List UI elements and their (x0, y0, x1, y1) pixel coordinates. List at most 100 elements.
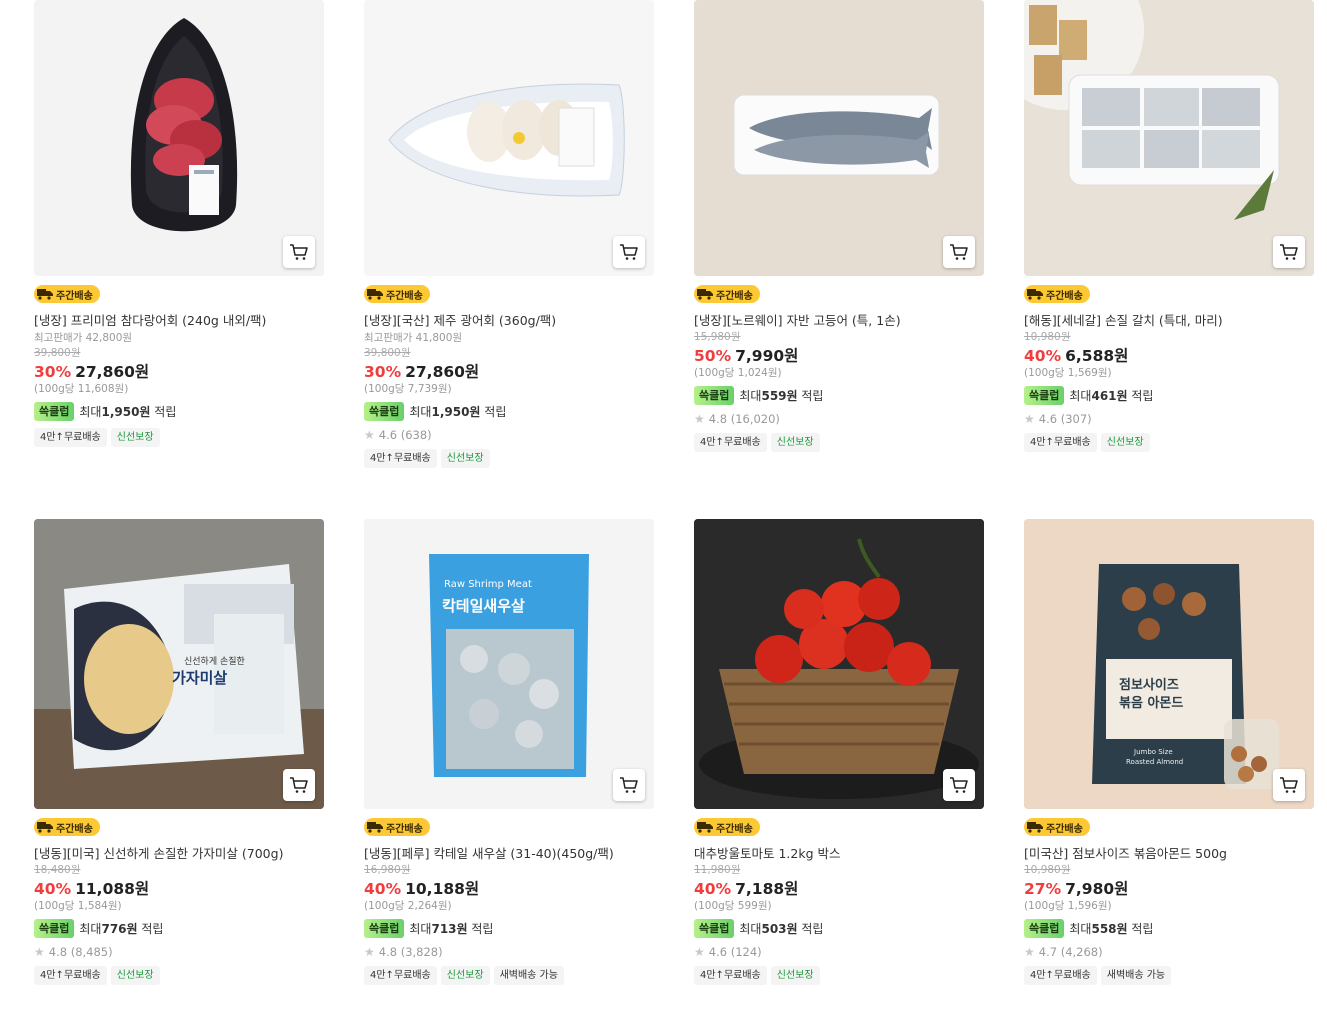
package-subtitle: Raw Shrimp Meat (444, 579, 532, 590)
unit-price: (100g당 2,264원) (364, 900, 452, 912)
chip-list: 4만↑무료배송 신선보장 (364, 449, 654, 468)
truck-icon (697, 289, 713, 300)
add-to-cart-button[interactable] (613, 236, 645, 268)
product-name[interactable]: [미국산] 점보사이즈 볶음아몬드 500g (1024, 846, 1314, 862)
ssg-club-tag: 쓱클럽 (694, 919, 735, 938)
service-chip: 4만↑무료배송 (34, 428, 107, 447)
reward-prefix: 최대 (409, 405, 432, 419)
add-to-cart-button[interactable] (943, 769, 975, 801)
add-to-cart-button[interactable] (1273, 236, 1305, 268)
add-to-cart-button[interactable] (1273, 769, 1305, 801)
star-icon: ★ (34, 945, 45, 959)
add-to-cart-button[interactable] (283, 236, 315, 268)
unit-price: (100g당 599원) (694, 900, 772, 912)
truck-icon (367, 289, 383, 300)
discount-rate: 40% (34, 880, 72, 898)
service-chip: 신선보장 (770, 433, 820, 452)
tomato-basket-image (694, 519, 984, 809)
product-card[interactable]: 신선하게 손질한 가자미살 주간배송 [냉동][미국] 신선하게 손질한 가자미살… (34, 519, 324, 985)
sale-price: 7,980원 (1065, 880, 1129, 898)
package-title-2: 볶음 아몬드 (1119, 695, 1183, 711)
ssg-club-tag: 쓱클럽 (694, 386, 735, 405)
original-price: 10,980원 (1024, 864, 1071, 876)
product-card[interactable]: 주간배송 [냉장][노르웨이] 자반 고등어 (특, 1손) 15,980원 50% 7… (694, 0, 984, 452)
ssg-club-tag: 쓱클럽 (34, 402, 75, 421)
product-image[interactable] (1024, 0, 1314, 276)
weekly-delivery-badge: 주간배송 (1024, 818, 1090, 836)
product-image[interactable]: Raw Shrimp Meat 칵테일새우살 (364, 519, 654, 809)
discount-rate: 27% (1024, 880, 1062, 898)
service-chip: 신선보장 (110, 428, 160, 447)
product-name[interactable]: 대추방울토마토 1.2kg 박스 (694, 846, 984, 862)
add-to-cart-button[interactable] (613, 769, 645, 801)
original-price: 39,800원 (34, 347, 81, 359)
hairtail-image (1024, 0, 1314, 276)
rating: ★ 4.6 (638) (364, 428, 654, 442)
badge-label: 주간배송 (56, 290, 93, 302)
badge-label: 주간배송 (716, 290, 753, 302)
reward-line: 쓱클럽 최대 559원 적립 (694, 386, 984, 405)
reward-prefix: 최대 (79, 405, 102, 419)
product-name[interactable]: [냉동][페루] 칵테일 새우살 (31-40)(450g/팩) (364, 846, 654, 862)
original-price: 11,980원 (694, 864, 741, 876)
add-to-cart-button[interactable] (943, 236, 975, 268)
product-card[interactable]: Raw Shrimp Meat 칵테일새우살 주간배송 [냉동][페루] 칵테일 … (364, 519, 654, 985)
product-image[interactable]: 점보사이즈 볶음 아몬드 Jumbo Size Roasted Almond (1024, 519, 1314, 809)
price-line: 40% 11,088원 (34, 879, 324, 899)
product-image[interactable] (694, 0, 984, 276)
service-chip: 새벽배송 가능 (493, 966, 564, 985)
service-chip: 4만↑무료배송 (1024, 433, 1097, 452)
reward-amount: 713원 (431, 922, 468, 936)
product-image[interactable]: 신선하게 손질한 가자미살 (34, 519, 324, 809)
truck-icon (1027, 289, 1043, 300)
product-name[interactable]: [냉동][미국] 신선하게 손질한 가자미살 (700g) (34, 846, 324, 862)
package-title: 가자미살 (172, 669, 227, 687)
badge-label: 주간배송 (56, 823, 93, 835)
product-image[interactable] (34, 0, 324, 276)
product-name[interactable]: [냉장][국산] 제주 광어회 (360g/팩) (364, 313, 654, 329)
product-card[interactable]: 점보사이즈 볶음 아몬드 Jumbo Size Roasted Almond 주… (1024, 519, 1314, 985)
unit-price: (100g당 1,569원) (1024, 367, 1112, 379)
reward-amount: 559원 (761, 389, 798, 403)
product-image[interactable] (694, 519, 984, 809)
reward-suffix: 적립 (471, 922, 494, 936)
reward-suffix: 적립 (1131, 922, 1154, 936)
cart-icon (620, 777, 638, 793)
tuna-sashimi-image (34, 0, 324, 276)
weekly-delivery-badge: 주간배송 (694, 285, 760, 303)
flatfish-sashimi-image (364, 0, 654, 276)
cart-icon (950, 244, 968, 260)
badge-label: 주간배송 (1046, 823, 1083, 835)
product-card[interactable]: 주간배송 [냉장][국산] 제주 광어회 (360g/팩) 최고판매가 41,800… (364, 0, 654, 468)
price-line: 40% 6,588원 (1024, 346, 1314, 366)
service-chip: 신선보장 (770, 966, 820, 985)
shrimp-bag-image: Raw Shrimp Meat 칵테일새우살 (364, 519, 654, 809)
cart-icon (290, 777, 308, 793)
product-card[interactable]: 주간배송 [냉장] 프리미엄 참다랑어회 (240g 내외/팩) 최고판매가 42,… (34, 0, 324, 447)
weekly-delivery-badge: 주간배송 (694, 818, 760, 836)
rating-value: 4.8 (8,485) (48, 945, 113, 959)
discount-rate: 50% (694, 347, 732, 365)
cart-icon (1280, 244, 1298, 260)
rating-value: 4.6 (638) (378, 428, 432, 442)
price-line: 27% 7,980원 (1024, 879, 1314, 899)
service-chip: 4만↑무료배송 (364, 449, 437, 468)
flounder-fillet-image: 신선하게 손질한 가자미살 (34, 519, 324, 809)
product-name[interactable]: [해동][세네갈] 손질 갈치 (특대, 마리) (1024, 313, 1314, 329)
discount-rate: 30% (364, 363, 402, 381)
reward-prefix: 최대 (1069, 389, 1092, 403)
product-image[interactable] (364, 0, 654, 276)
service-chip: 신선보장 (440, 966, 490, 985)
reward-prefix: 최대 (739, 389, 762, 403)
sale-price: 6,588원 (1065, 347, 1129, 365)
product-card[interactable]: 주간배송 대추방울토마토 1.2kg 박스 11,980원 40% 7,188원 (100… (694, 519, 984, 985)
chip-list: 4만↑무료배송 새벽배송 가능 (1024, 966, 1314, 985)
product-name[interactable]: [냉장] 프리미엄 참다랑어회 (240g 내외/팩) (34, 313, 324, 329)
rating-value: 4.8 (16,020) (708, 412, 780, 426)
product-card[interactable]: 주간배송 [해동][세네갈] 손질 갈치 (특대, 마리) 10,980원 40% 6,… (1024, 0, 1314, 452)
cart-icon (950, 777, 968, 793)
add-to-cart-button[interactable] (283, 769, 315, 801)
service-chip: 4만↑무료배송 (34, 966, 107, 985)
product-name[interactable]: [냉장][노르웨이] 자반 고등어 (특, 1손) (694, 313, 984, 329)
cart-icon (1280, 777, 1298, 793)
